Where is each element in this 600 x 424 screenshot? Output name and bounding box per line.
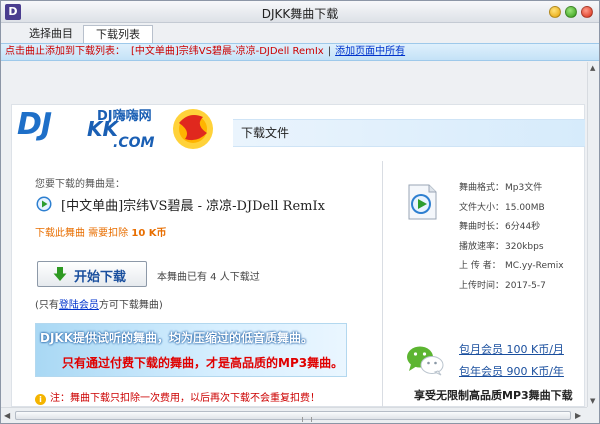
horizontal-scrollbar[interactable]: ◀ ▶ [1, 407, 587, 423]
meta-value: 6分44秒 [505, 222, 541, 233]
meta-key: 舞曲格式： [459, 183, 505, 193]
promo-line-1: DJKK提供试听的舞曲，均为压缩过的低音质舞曲。 [40, 331, 314, 345]
meta-row: 播放速率：320kbps [459, 238, 564, 258]
scroll-right-icon[interactable]: ▶ [575, 411, 581, 420]
window-title: DJKK舞曲下载 [261, 7, 339, 21]
info-prompt: 点击曲止添加到下载列表： [5, 46, 125, 57]
info-icon: i [35, 394, 46, 405]
monthly-plan-link[interactable]: 包月会员 100 K币/月 [459, 341, 564, 357]
meta-key: 播放速率： [459, 241, 505, 252]
logo-com-text: .COM [113, 135, 155, 151]
add-all-link[interactable]: 添加页面中所有 [335, 46, 405, 57]
download-count: 本舞曲已有 4 人下载过 [157, 272, 260, 283]
info-song-link[interactable]: [中文单曲]宗纬VS碧晨-凉凉-DJDell RemIx [131, 46, 324, 57]
tab-download-list[interactable]: 下载列表 [83, 25, 153, 43]
yearly-plan-link[interactable]: 包年会员 900 K币/年 [459, 363, 564, 379]
download-header: 下载文件 [233, 119, 585, 147]
cost-value: 10 K币 [131, 228, 167, 239]
meta-key: 文件大小： [459, 202, 505, 213]
promo-line-2: 只有通过付费下载的舞曲，才是高品质的MP3舞曲。 [62, 356, 344, 370]
notice-text: 注：舞曲下载只扣除一次费用，以后再次下载不会重复扣费！ [50, 393, 320, 404]
download-arrow-icon [53, 267, 67, 281]
horizontal-scroll-thumb[interactable] [15, 411, 571, 422]
vertical-scrollbar[interactable]: ▲ ▼ [587, 62, 599, 407]
meta-key: 上传时间： [459, 280, 505, 291]
logo-dj-text: DJ [17, 107, 52, 142]
member-note-prefix: (只有 [35, 300, 59, 311]
scroll-down-icon[interactable]: ▼ [590, 397, 595, 405]
info-bar: 点击曲止添加到下载列表： [中文单曲]宗纬VS碧晨-凉凉-DJDell RemIx… [1, 43, 599, 61]
app-window: D DJKK舞曲下载 选择曲目 下载列表 点击曲止添加到下载列表： [中文单曲]宗… [0, 0, 600, 424]
scroll-up-icon[interactable]: ▲ [590, 64, 595, 72]
scroll-left-icon[interactable]: ◀ [4, 411, 10, 420]
info-separator: | [327, 46, 332, 57]
meta-row: 文件大小：15.00MB [459, 199, 564, 219]
enjoy-text: 享受无限制高品质MP3舞曲下载 [414, 389, 573, 402]
maximize-button[interactable] [565, 6, 577, 18]
title-bar: D DJKK舞曲下载 [1, 1, 599, 23]
djkk-logo: DJ DJ嗨嗨网 KK .COM [17, 103, 227, 161]
meta-key: 舞曲时长： [459, 222, 505, 233]
song-title: [中文单曲]宗纬VS碧晨 - 凉凉-DJDell RemIx [61, 199, 325, 214]
song-label: 您要下载的舞曲是： [35, 179, 125, 190]
start-download-label: 开始下载 [74, 270, 127, 285]
cost-line: 下载此舞曲 需要扣除 10 K币 [35, 224, 167, 239]
meta-key: 上 传 者： [459, 261, 501, 272]
tab-bar: 选择曲目 下载列表 [1, 23, 599, 43]
wechat-icon [407, 346, 444, 376]
meta-value: MC.yy-Remix [505, 261, 564, 272]
file-meta: 舞曲格式：Mp3文件 文件大小：15.00MB 舞曲时长：6分44秒 播放速率：… [459, 179, 564, 297]
cost-prefix: 下载此舞曲 需要扣除 [35, 228, 129, 239]
meta-row: 上 传 者： MC.yy-Remix [459, 257, 564, 277]
media-file-icon [408, 184, 437, 220]
meta-value: 15.00MB [505, 202, 545, 213]
mid-autumn-logo-icon [173, 109, 213, 149]
meta-value: 2017-5-7 [505, 280, 546, 291]
tab-select-tracks[interactable]: 选择曲目 [19, 25, 83, 43]
meta-row: 舞曲格式：Mp3文件 [459, 179, 564, 199]
scroll-corner [587, 407, 599, 423]
member-note: (只有登陆会员方可下载舞曲) [35, 296, 163, 311]
notice: i 注：舞曲下载只扣除一次费用，以后再次下载不会重复扣费！ [35, 389, 320, 405]
vertical-divider [382, 161, 383, 407]
meta-value: 320kbps [505, 241, 544, 252]
meta-row: 舞曲时长：6分44秒 [459, 218, 564, 238]
media-play-icon [36, 196, 52, 212]
login-member-link[interactable]: 登陆会员 [59, 300, 99, 311]
meta-row: 上传时间：2017-5-7 [459, 277, 564, 297]
close-button[interactable] [581, 6, 593, 18]
minimize-button[interactable] [549, 6, 561, 18]
member-note-suffix: 方可下载舞曲) [98, 300, 163, 311]
promo-banner: DJKK提供试听的舞曲，均为压缩过的低音质舞曲。 只有通过付费下载的舞曲，才是高… [35, 323, 347, 377]
meta-value: Mp3文件 [505, 183, 543, 193]
grip-icon [302, 417, 312, 422]
start-download-button[interactable]: 开始下载 [37, 261, 147, 287]
